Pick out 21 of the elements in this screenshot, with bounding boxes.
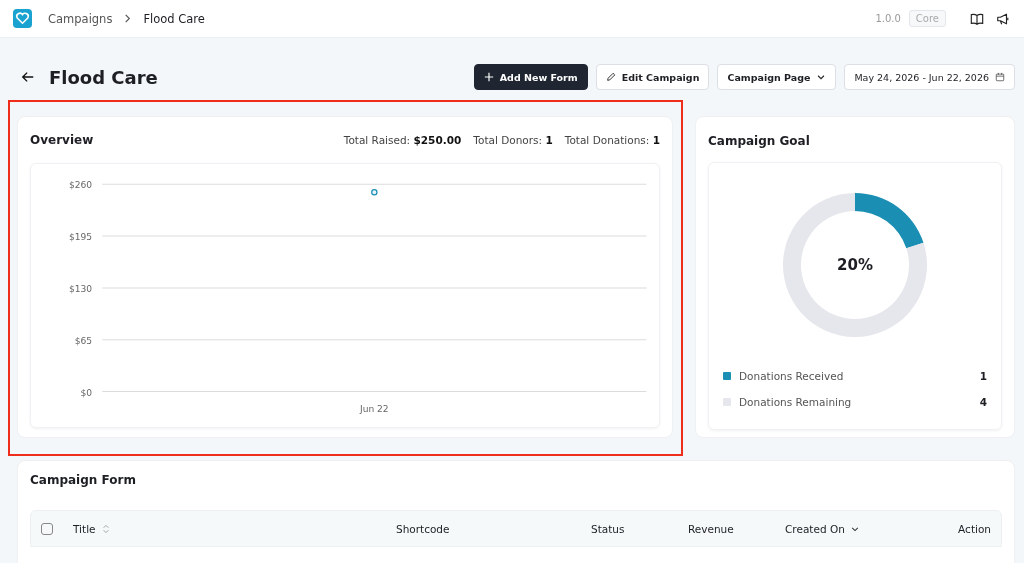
breadcrumb-current: Flood Care bbox=[143, 11, 205, 26]
legend-label: Donations Remaining bbox=[739, 396, 853, 408]
card-title: Overview bbox=[30, 133, 94, 147]
card-title: Campaign Form bbox=[30, 473, 137, 487]
axis-label: $195 bbox=[68, 232, 93, 243]
stat-text: Total Donors: 1 bbox=[473, 134, 553, 146]
legend-label: Donations Received bbox=[739, 370, 845, 382]
legend-value: 1 bbox=[979, 370, 987, 382]
version-text: 1.0.0 bbox=[875, 13, 901, 24]
axis-label: $260 bbox=[68, 180, 93, 191]
axis-label: Jun 22 bbox=[360, 403, 389, 414]
stat-text: Total Raised: $250.00 bbox=[343, 134, 462, 146]
goal-percentage: 20% bbox=[837, 256, 873, 274]
stat-text: Total Donations: 1 bbox=[564, 134, 660, 146]
axis-label: $0 bbox=[80, 387, 93, 398]
axis-label: $130 bbox=[68, 283, 93, 294]
edition-badge: Core bbox=[908, 10, 946, 27]
card-title: Campaign Goal bbox=[708, 134, 811, 148]
axis-label: $65 bbox=[74, 335, 93, 346]
legend-value: 4 bbox=[979, 396, 987, 408]
page-title: Flood Care bbox=[49, 66, 158, 88]
